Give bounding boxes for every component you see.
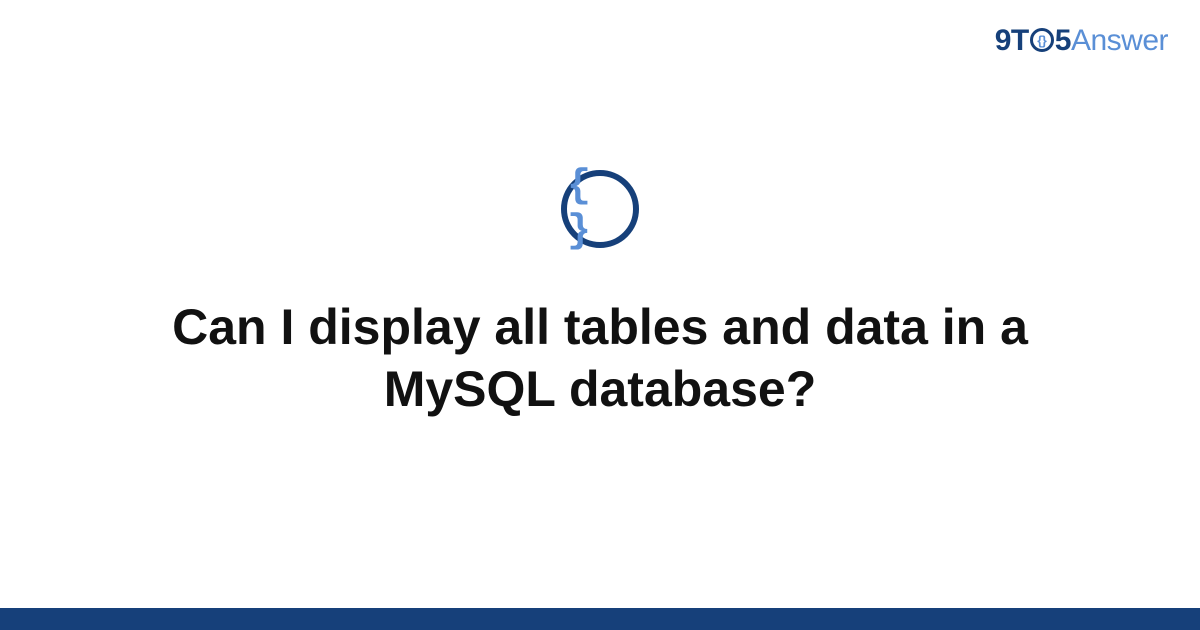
footer-bar — [0, 608, 1200, 630]
main-content: { } Can I display all tables and data in… — [0, 0, 1200, 630]
braces-glyph: { } — [567, 164, 633, 254]
question-title: Can I display all tables and data in a M… — [100, 296, 1100, 421]
code-braces-icon: { } — [561, 170, 639, 248]
